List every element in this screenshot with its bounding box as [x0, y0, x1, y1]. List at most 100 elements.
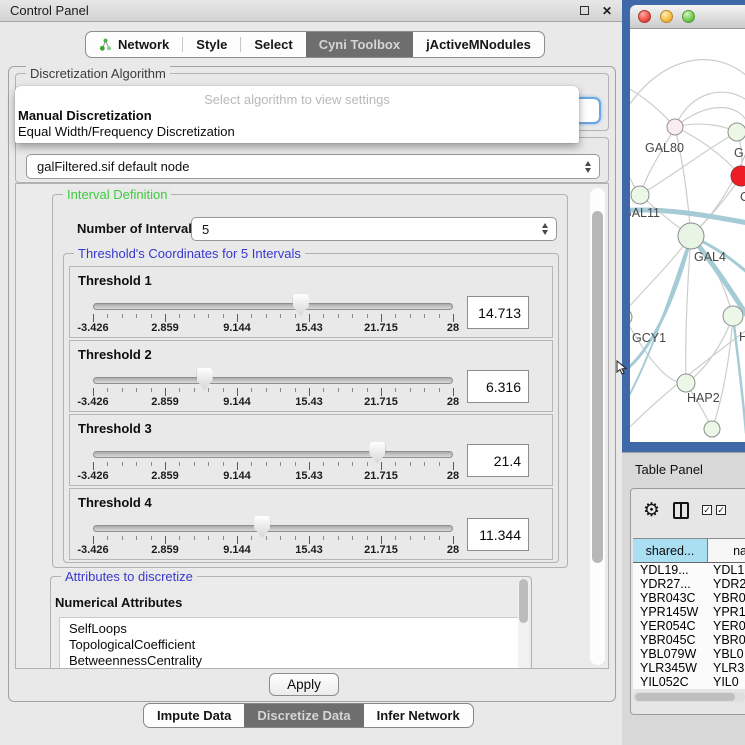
attribute-item-selfloops[interactable]: SelfLoops	[60, 621, 524, 637]
cell-name[interactable]: YLR3	[708, 661, 745, 675]
threshold-value-field[interactable]: 14.713	[467, 296, 529, 329]
close-traffic-light-icon[interactable]	[638, 10, 651, 23]
network-edge[interactable]	[712, 316, 733, 429]
number-of-intervals-combobox[interactable]: 5	[191, 217, 557, 241]
table-row[interactable]: YBR045CYBR0	[633, 633, 745, 647]
slider-thumb[interactable]	[369, 442, 385, 464]
cell-shared-name[interactable]: YDL19...	[633, 563, 708, 577]
network-canvas[interactable]: GAL80G.CGAL11GAL4GCY1HHAP2	[630, 29, 745, 442]
network-edge[interactable]	[640, 127, 675, 195]
network-edge[interactable]	[691, 236, 745, 317]
threshold-value-field[interactable]: 6.316	[467, 370, 529, 403]
cell-shared-name[interactable]: YDR27...	[633, 577, 708, 591]
threshold-slider-track[interactable]	[93, 525, 453, 532]
zoom-traffic-light-icon[interactable]	[682, 10, 695, 23]
tab-jactivemnodules[interactable]: jActiveMNodules	[413, 32, 544, 57]
column-layout-icon[interactable]	[673, 502, 689, 519]
network-edge[interactable]	[630, 84, 675, 127]
tab-style[interactable]: Style	[183, 32, 240, 57]
float-window-icon[interactable]	[580, 6, 589, 15]
table-row[interactable]: YPR145WYPR1	[633, 605, 745, 619]
cell-shared-name[interactable]: YBR045C	[633, 633, 708, 647]
tab-network[interactable]: Network	[86, 32, 182, 57]
close-icon[interactable]: ✕	[602, 4, 612, 18]
slider-thumb[interactable]	[197, 368, 213, 390]
cell-name[interactable]: YBR0	[708, 633, 745, 647]
interval-definition-label: Interval Definition	[63, 187, 171, 202]
settings-scrollbar-thumb[interactable]	[592, 211, 603, 563]
cell-name[interactable]: YPR1	[708, 605, 745, 619]
network-edge[interactable]	[630, 236, 691, 315]
dropdown-option-equal-width-frequency[interactable]: Equal Width/Frequency Discretization	[15, 124, 579, 140]
cell-name[interactable]: YER0	[708, 619, 745, 633]
network-node-gcy1[interactable]	[630, 309, 632, 325]
network-node-gal80[interactable]	[667, 119, 683, 135]
tab-cyni-toolbox[interactable]: Cyni Toolbox	[306, 32, 413, 57]
cell-shared-name[interactable]: YER054C	[633, 619, 708, 633]
cell-name[interactable]: YBL0	[708, 647, 745, 661]
checkbox-checked-icon[interactable]: ✓	[716, 505, 726, 515]
column-header-name[interactable]: na	[708, 539, 745, 562]
slider-thumb[interactable]	[293, 294, 309, 316]
tick-mark	[107, 536, 108, 540]
table-row[interactable]: YBR043CYBR0	[633, 591, 745, 605]
cell-shared-name[interactable]: YPR145W	[633, 605, 708, 619]
tab-label: Cyni Toolbox	[319, 37, 400, 52]
cell-shared-name[interactable]: YLR345W	[633, 661, 708, 675]
network-node-gal11[interactable]	[631, 186, 649, 204]
network-node-hap2[interactable]	[677, 374, 695, 392]
tick-label: 9.144	[223, 544, 251, 556]
cell-shared-name[interactable]: YIL052C	[633, 675, 708, 689]
table-hscrollbar-thumb[interactable]	[635, 693, 735, 701]
attributes-scrollbar-thumb[interactable]	[519, 579, 528, 623]
numerical-attributes-list[interactable]: SelfLoopsTopologicalCoefficientBetweenne…	[59, 617, 525, 669]
cell-name[interactable]: YDR2	[708, 577, 745, 591]
attributes-scrollbar[interactable]	[518, 579, 529, 669]
screen: Control Panel ✕ NetworkStyleSelectCyni T…	[0, 0, 745, 745]
threshold-slider-track[interactable]	[93, 303, 453, 310]
cell-name[interactable]: YBR0	[708, 591, 745, 605]
attribute-item-betweennesscentrality[interactable]: BetweennessCentrality	[60, 653, 524, 669]
table-row[interactable]: YER054CYER0	[633, 619, 745, 633]
tick-mark	[295, 462, 296, 466]
table-horizontal-scrollbar[interactable]	[633, 692, 745, 702]
network-node-red-node[interactable]	[731, 166, 745, 186]
table-data-combobox[interactable]: galFiltered.sif default node	[26, 154, 600, 179]
table-row[interactable]: YIL052CYIL0	[633, 675, 745, 689]
table-row[interactable]: YBL079WYBL0	[633, 647, 745, 661]
attribute-item-topologicalcoefficient[interactable]: TopologicalCoefficient	[60, 637, 524, 653]
network-node-bottom[interactable]	[704, 421, 720, 437]
network-edge[interactable]	[630, 236, 691, 374]
threshold-slider-track[interactable]	[93, 451, 453, 458]
column-header-shared-name[interactable]: shared...	[633, 539, 708, 562]
minimize-traffic-light-icon[interactable]	[660, 10, 673, 23]
network-node-h-node[interactable]	[723, 306, 743, 326]
tab-impute-data[interactable]: Impute Data	[144, 704, 244, 727]
table-row[interactable]: YLR345WYLR3	[633, 661, 745, 675]
network-window-titlebar[interactable]	[630, 5, 745, 29]
threshold-slider-track[interactable]	[93, 377, 453, 384]
settings-scrollbar[interactable]	[590, 188, 605, 665]
network-node-top-right[interactable]	[728, 123, 745, 141]
network-edge[interactable]	[630, 60, 745, 113]
tab-infer-network[interactable]: Infer Network	[364, 704, 473, 727]
checkbox-checked-icon[interactable]: ✓	[702, 505, 712, 515]
threshold-value-field[interactable]: 21.4	[467, 444, 529, 477]
slider-thumb[interactable]	[254, 516, 270, 538]
tab-select[interactable]: Select	[241, 32, 305, 57]
table-row[interactable]: YDL19...YDL1	[633, 563, 745, 577]
cell-shared-name[interactable]: YBR043C	[633, 591, 708, 605]
cell-name[interactable]: YIL0	[708, 675, 745, 689]
cell-name[interactable]: YDL1	[708, 563, 745, 577]
table-row[interactable]: YDR27...YDR2	[633, 577, 745, 591]
network-node-gal4[interactable]	[678, 223, 704, 249]
apply-button[interactable]: Apply	[269, 673, 339, 696]
cell-shared-name[interactable]: YBL079W	[633, 647, 708, 661]
tab-discretize-data[interactable]: Discretize Data	[244, 704, 363, 727]
threshold-value-field[interactable]: 11.344	[467, 518, 529, 551]
dropdown-option-manual-discretization[interactable]: Manual Discretization	[15, 108, 579, 124]
tick-mark	[151, 536, 152, 540]
tick-mark	[280, 388, 281, 392]
gear-icon[interactable]: ⚙	[643, 501, 660, 520]
tick-mark	[323, 388, 324, 392]
